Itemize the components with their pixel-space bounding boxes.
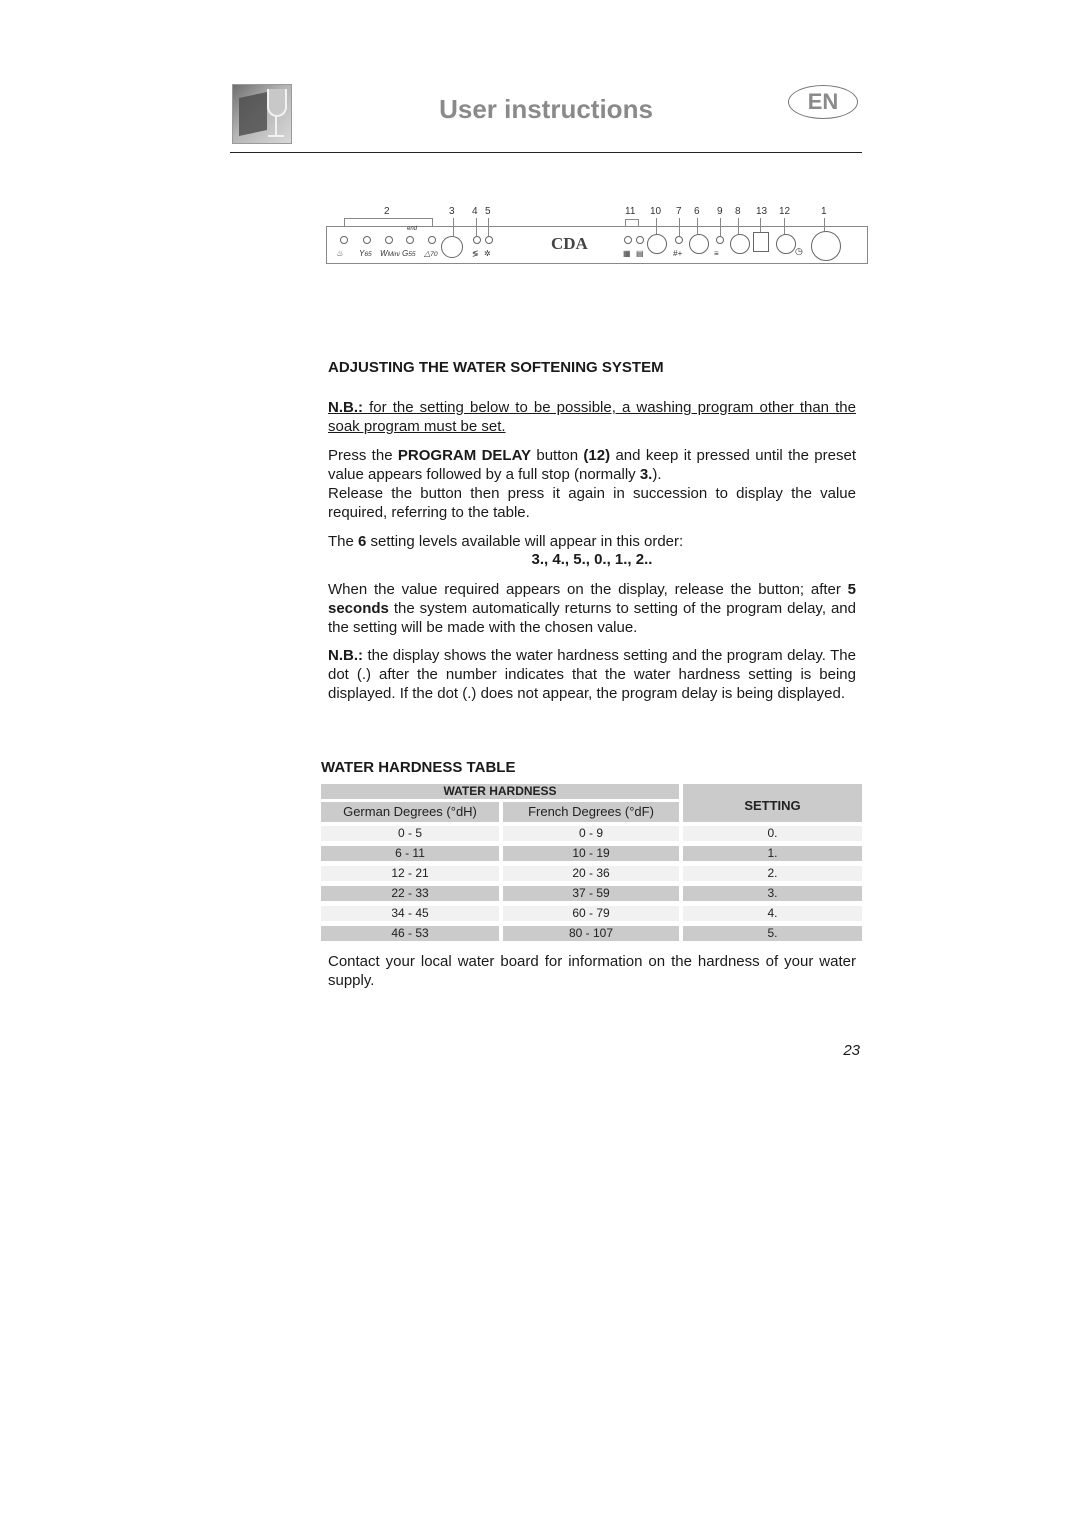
panel-number: 3 <box>449 206 455 217</box>
table-cell-french: 10 - 19 <box>503 846 679 861</box>
language-badge: EN <box>788 85 858 119</box>
on-off-button[interactable] <box>811 231 841 261</box>
display-window <box>753 232 769 252</box>
table-group-header: WATER HARDNESS <box>321 784 679 799</box>
table-cell-french: 0 - 9 <box>503 826 679 841</box>
paragraph-program-delay: Press the PROGRAM DELAY button (12) and … <box>328 447 856 483</box>
column-header-french: French Degrees (°dF) <box>503 802 679 822</box>
end-label: end <box>407 226 418 232</box>
table-cell-german: 6 - 11 <box>321 846 499 861</box>
table-cell-french: 60 - 79 <box>503 906 679 921</box>
table-cell-setting: 4. <box>683 906 862 921</box>
page-number: 23 <box>843 1042 860 1059</box>
paragraph-value-required: When the value required appears on the d… <box>328 581 856 636</box>
nb-note-1: N.B.: for the setting below to be possib… <box>328 399 856 435</box>
program-65-icon: Y65 <box>359 249 372 258</box>
column-header-german: German Degrees (°dH) <box>321 802 499 822</box>
soak-program-icon: ♨ <box>336 249 344 258</box>
table-cell-setting: 1. <box>683 846 862 861</box>
program-delay-button[interactable] <box>776 234 796 254</box>
rinse-aid-led <box>485 236 493 244</box>
table-cell-french: 20 - 36 <box>503 866 679 881</box>
panel-number: 9 <box>717 206 723 217</box>
program-led <box>340 236 348 244</box>
paragraph-levels: The 6 setting levels available will appe… <box>328 533 684 550</box>
option-led <box>675 236 683 244</box>
control-panel-diagram: 2 3 4 5 11 10 7 6 9 8 13 12 1 end ♨ Y65 … <box>326 206 871 264</box>
panel-number: 1 <box>821 206 827 217</box>
panel-number: 13 <box>756 206 768 217</box>
half-load-led <box>636 236 644 244</box>
panel-number: 6 <box>694 206 700 217</box>
program-selector-button[interactable] <box>441 236 463 258</box>
table-cell-setting: 3. <box>683 886 862 901</box>
program-55-icon: G55 <box>402 249 416 258</box>
upper-basket-icon: ▤ <box>636 249 644 258</box>
page-title: User instructions <box>439 94 653 124</box>
delay-led <box>716 236 724 244</box>
table-cell-german: 0 - 5 <box>321 826 499 841</box>
extra-dry-icon: #+ <box>673 249 683 258</box>
table-cell-german: 46 - 53 <box>321 926 499 941</box>
program-led <box>428 236 436 244</box>
option-button[interactable] <box>689 234 709 254</box>
salt-led <box>473 236 481 244</box>
section-heading: ADJUSTING THE WATER SOFTENING SYSTEM <box>328 359 664 376</box>
half-load-button[interactable] <box>647 234 667 254</box>
table-title: WATER HARDNESS TABLE <box>321 759 516 776</box>
lower-basket-icon: ▦ <box>623 249 631 258</box>
panel-number: 7 <box>676 206 682 217</box>
half-load-led <box>624 236 632 244</box>
panel-number: 12 <box>779 206 791 217</box>
table-cell-german: 12 - 21 <box>321 866 499 881</box>
rinse-aid-icon: ✲ <box>484 249 491 258</box>
panel-face: end ♨ Y65 WMini G55 △70 ≶ ✲ CDA ▦ ▤ #+ ≡… <box>326 226 868 264</box>
table-cell-french: 37 - 59 <box>503 886 679 901</box>
program-mini-icon: WMini <box>380 249 400 258</box>
panel-number: 2 <box>384 206 390 217</box>
table-cell-french: 80 - 107 <box>503 926 679 941</box>
panel-number: 5 <box>485 206 491 217</box>
clock-icon: ◷ <box>795 246 803 256</box>
footer-paragraph: Contact your local water board for infor… <box>328 953 856 989</box>
table-cell-german: 34 - 45 <box>321 906 499 921</box>
page-header: User instructions EN <box>230 82 862 154</box>
panel-number: 10 <box>650 206 662 217</box>
setting-order: 3., 4., 5., 0., 1., 2.. <box>531 551 653 568</box>
table-cell-setting: 0. <box>683 826 862 841</box>
panel-number: 4 <box>472 206 478 217</box>
eco-icon: ≡ <box>714 249 719 258</box>
program-70-icon: △70 <box>424 249 438 258</box>
table-cell-german: 22 - 33 <box>321 886 499 901</box>
panel-number: 11 <box>625 206 636 217</box>
table-cell-setting: 2. <box>683 866 862 881</box>
header-divider <box>230 152 862 153</box>
table-cell-setting: 5. <box>683 926 862 941</box>
brand-logo: CDA <box>551 234 588 253</box>
salt-icon: ≶ <box>472 249 479 258</box>
program-led <box>385 236 393 244</box>
panel-number: 8 <box>735 206 741 217</box>
program-led <box>406 236 414 244</box>
function-button[interactable] <box>730 234 750 254</box>
paragraph-release: Release the button then press it again i… <box>328 485 856 521</box>
column-header-setting: SETTING <box>683 784 862 822</box>
nb-note-2: N.B.: the display shows the water hardne… <box>328 647 856 702</box>
program-led <box>363 236 371 244</box>
